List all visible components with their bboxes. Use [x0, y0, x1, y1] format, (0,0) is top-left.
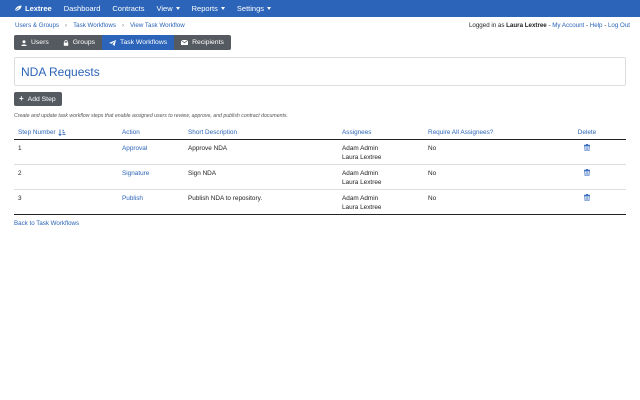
- nav-view-label: View: [156, 4, 173, 13]
- top-navbar: Lextree Dashboard Contracts View Reports…: [0, 0, 640, 17]
- page-title: NDA Requests: [21, 64, 100, 79]
- description-cell: Approve NDA: [184, 139, 338, 165]
- nav-view-dropdown[interactable]: View: [157, 4, 180, 13]
- assignee-name: Laura Lextree: [342, 203, 382, 211]
- assignee-name: Adam Admin: [342, 169, 379, 177]
- require-all-cell: No: [424, 164, 548, 190]
- trash-icon[interactable]: [584, 143, 590, 151]
- back-to-task-workflows-link[interactable]: Back to Task Workflows: [14, 220, 79, 227]
- nav-reports-label: Reports: [191, 4, 218, 13]
- require-all-cell: No: [424, 139, 548, 165]
- my-account-link[interactable]: My Account: [552, 22, 584, 29]
- header-assignees: Assignees: [338, 126, 424, 140]
- caret-down-icon: [175, 7, 180, 10]
- tab-groups[interactable]: Groups: [55, 35, 103, 50]
- caret-down-icon: [220, 7, 225, 10]
- table-header-row: Step Number Action Short Description Ass…: [14, 126, 626, 140]
- assignees-cell: Adam Admin Laura Lextree: [338, 189, 424, 215]
- paper-plane-icon: [109, 39, 117, 46]
- trash-icon[interactable]: [584, 193, 590, 201]
- tab-task-workflows[interactable]: Task Workflows: [102, 35, 175, 50]
- breadcrumb-current[interactable]: View Task Workflow: [130, 22, 185, 29]
- leaf-icon: [14, 5, 22, 12]
- logout-link[interactable]: Log Out: [608, 22, 630, 29]
- assignees-cell: Adam Admin Laura Lextree: [338, 164, 424, 190]
- breadcrumb-bar: Users & Groups › Task Workflows › View T…: [0, 17, 640, 34]
- breadcrumb: Users & Groups › Task Workflows › View T…: [15, 22, 185, 29]
- header-step-number-label: Step Number: [18, 128, 56, 136]
- delete-cell: [548, 139, 626, 165]
- brand-link[interactable]: Lextree: [14, 4, 52, 13]
- nav-settings-label: Settings: [236, 4, 264, 13]
- lock-icon: [63, 39, 68, 46]
- section-tabs: Users Groups Task Workflows Recipients: [14, 35, 231, 50]
- nav-settings-dropdown[interactable]: Settings: [237, 4, 271, 13]
- nav-dashboard-label: Dashboard: [63, 4, 101, 13]
- plus-icon: +: [19, 94, 24, 103]
- table-row: 3 Publish Publish NDA to repository. Ada…: [14, 189, 626, 215]
- delete-cell: [548, 189, 626, 215]
- nav-reports-dropdown[interactable]: Reports: [192, 4, 225, 13]
- assignees-cell: Adam Admin Laura Lextree: [338, 139, 424, 165]
- breadcrumb-users-groups[interactable]: Users & Groups: [15, 22, 59, 29]
- caret-down-icon: [267, 7, 271, 10]
- help-text: Create and update task workflow steps th…: [14, 113, 288, 119]
- breadcrumb-separator: ›: [65, 22, 68, 29]
- assignee-name: Adam Admin: [342, 144, 379, 152]
- assignee-name: Laura Lextree: [342, 178, 382, 186]
- assignee-name: Adam Admin: [342, 194, 379, 202]
- user-icon: [21, 39, 27, 46]
- tab-users[interactable]: Users: [14, 35, 56, 50]
- action-link[interactable]: Publish: [118, 189, 184, 215]
- description-cell: Publish NDA to repository.: [184, 189, 338, 215]
- logged-in-label: Logged in as: [468, 22, 505, 29]
- header-require-all: Require All Assignees?: [424, 126, 548, 140]
- header-action: Action: [118, 126, 184, 140]
- nav-contracts-label: Contracts: [112, 4, 145, 13]
- delete-cell: [548, 164, 626, 190]
- breadcrumb-task-workflows[interactable]: Task Workflows: [73, 22, 116, 29]
- description-cell: Sign NDA: [184, 164, 338, 190]
- sort-ascending-icon[interactable]: [57, 129, 66, 136]
- tab-task-workflows-label: Task Workflows: [120, 39, 168, 46]
- step-number-cell: 2: [14, 164, 118, 190]
- page-title-panel: NDA Requests: [14, 57, 626, 86]
- table-row: 1 Approval Approve NDA Adam Admin Laura L…: [14, 139, 626, 165]
- brand-label: Lextree: [25, 4, 52, 13]
- step-number-cell: 1: [14, 139, 118, 165]
- nav-contracts[interactable]: Contracts: [112, 4, 144, 13]
- nav-dashboard[interactable]: Dashboard: [64, 4, 101, 13]
- require-all-cell: No: [424, 189, 548, 215]
- tab-groups-label: Groups: [72, 39, 96, 46]
- trash-icon[interactable]: [584, 168, 590, 176]
- tab-users-label: Users: [31, 39, 49, 46]
- account-info: Logged in as Laura Lextree - My Account …: [469, 22, 630, 29]
- breadcrumb-separator: ›: [121, 22, 125, 29]
- assignee-name: Laura Lextree: [342, 153, 382, 161]
- action-link[interactable]: Signature: [118, 164, 184, 190]
- step-number-cell: 3: [14, 189, 118, 215]
- header-short-description: Short Description: [184, 126, 338, 140]
- add-step-button[interactable]: + Add Step: [14, 92, 62, 106]
- help-link[interactable]: Help: [590, 22, 603, 29]
- header-step-number[interactable]: Step Number: [14, 126, 118, 140]
- tab-recipients-label: Recipients: [192, 39, 224, 46]
- logged-in-user: Laura Lextree: [506, 22, 547, 29]
- workflow-steps-table: Step Number Action Short Description Ass…: [14, 126, 626, 215]
- add-step-label: Add Step: [27, 95, 56, 103]
- action-link[interactable]: Approval: [118, 139, 184, 165]
- header-delete: Delete: [548, 126, 626, 140]
- envelope-icon: [181, 40, 189, 45]
- tab-recipients[interactable]: Recipients: [174, 35, 231, 50]
- table-row: 2 Signature Sign NDA Adam Admin Laura Lex…: [14, 164, 626, 190]
